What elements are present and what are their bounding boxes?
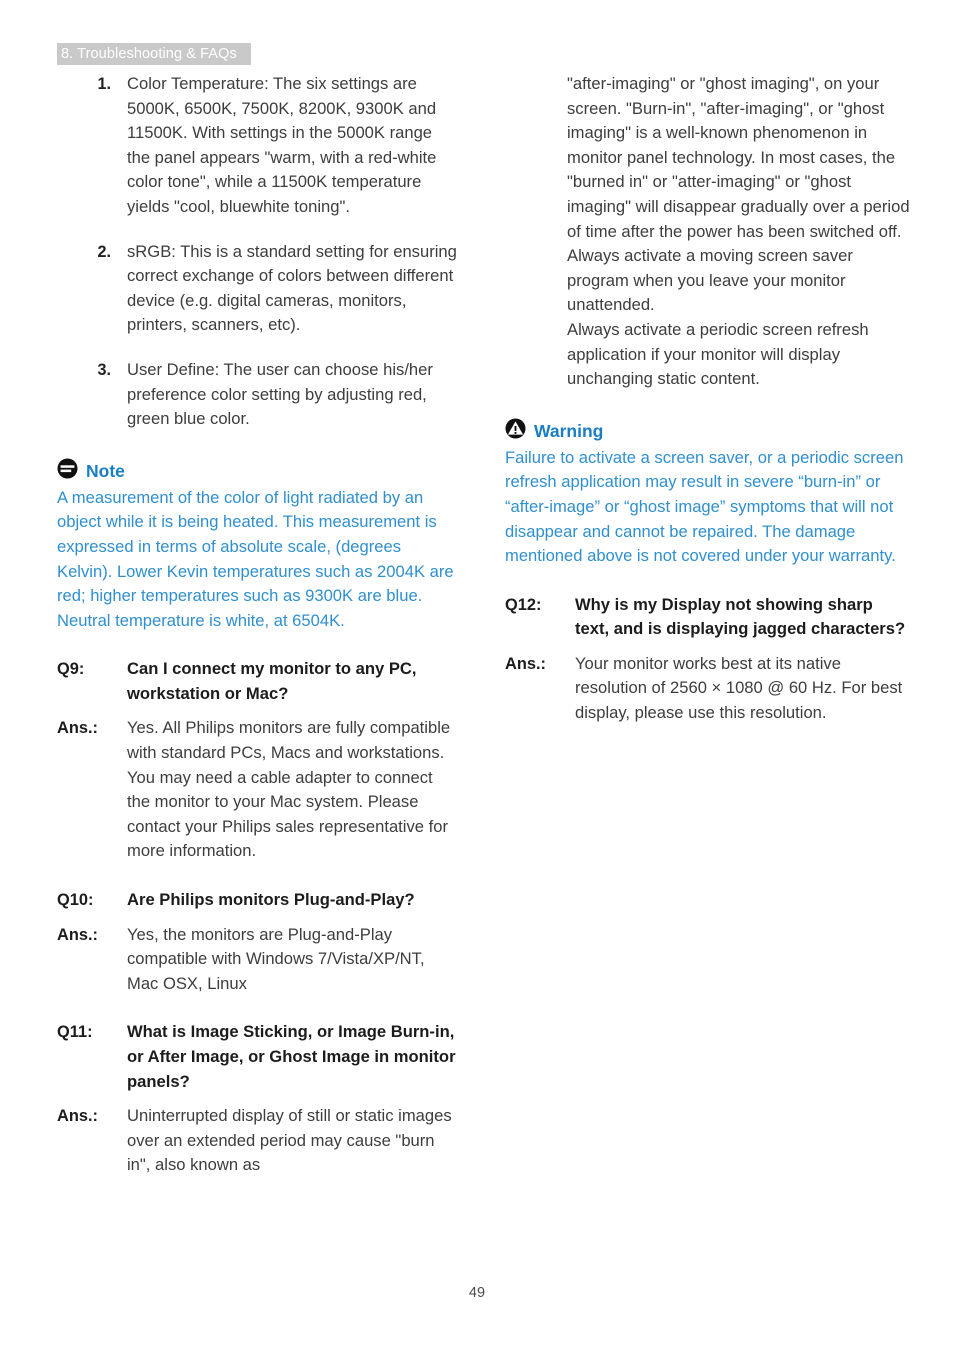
list-item-text: User Define: The user can choose his/her… — [127, 359, 433, 429]
page-number: 49 — [468, 1285, 486, 1301]
note-title: Note — [86, 460, 125, 481]
section-header-badge: 8. Troubleshooting & FAQs — [57, 43, 251, 65]
faq-question-text: What is Image Sticking, or Image Burn-in… — [127, 1022, 456, 1091]
faq-question-text: Why is my Display not showing sharp text… — [575, 594, 906, 639]
faq-question-text: Are Philips monitors Plug-and-Play? — [127, 890, 415, 910]
faq-question-row: Q11: What is Image Sticking, or Image Bu… — [57, 1020, 457, 1094]
color-settings-list: 1. Color Temperature: The six settings a… — [57, 72, 457, 432]
continuation-paragraph: Always activate a periodic screen refres… — [567, 319, 869, 389]
note-callout-header: Note — [57, 458, 457, 484]
list-item-number: 1. — [97, 75, 111, 93]
faq-answer-row: Ans.: Yes. All Philips monitors are full… — [57, 716, 457, 864]
page: 8. Troubleshooting & FAQs 1. Color Tempe… — [0, 0, 954, 1354]
warning-icon — [505, 418, 526, 444]
faq-answer-label: Ans.: — [505, 654, 546, 673]
faq-answer-row: Ans.: Your monitor works best at its nat… — [505, 652, 910, 726]
list-item: 1. Color Temperature: The six settings a… — [57, 72, 457, 220]
faq-answer-text: Yes. All Philips monitors are fully comp… — [127, 718, 451, 861]
faq-q11: Q11: What is Image Sticking, or Image Bu… — [57, 1020, 457, 1178]
faq-question-text: Can I connect my monitor to any PC, work… — [127, 659, 417, 703]
warning-callout-header: Warning — [505, 418, 910, 444]
warning-body: Failure to activate a screen saver, or a… — [505, 447, 904, 566]
list-item: 2. sRGB: This is a standard setting for … — [57, 240, 457, 338]
faq-question-label: Q12: — [505, 595, 542, 614]
faq-question-label: Q9: — [57, 660, 85, 679]
list-item: 3. User Define: The user can choose his/… — [57, 358, 457, 432]
continuation-paragraph: "after-imaging" or "ghost imaging", on y… — [567, 74, 910, 241]
faq-q9: Q9: Can I connect my monitor to any PC, … — [57, 657, 457, 864]
continuation-paragraph: Always activate a moving screen saver pr… — [567, 246, 853, 315]
right-column: "after-imaging" or "ghost imaging", on y… — [505, 72, 910, 726]
faq-answer-text: Your monitor works best at its native re… — [575, 653, 903, 723]
faq-question-label: Q11: — [57, 1023, 93, 1042]
faq-question-row: Q9: Can I connect my monitor to any PC, … — [57, 657, 457, 706]
note-icon — [57, 458, 78, 484]
warning-title: Warning — [534, 420, 604, 441]
faq-answer-label: Ans.: — [57, 719, 98, 738]
faq-q12: Q12: Why is my Display not showing sharp… — [505, 593, 910, 726]
faq-question-label: Q10: — [57, 891, 94, 910]
faq-answer-row: Ans.: Uninterrupted display of still or … — [57, 1104, 457, 1178]
faq-q10: Q10: Are Philips monitors Plug-and-Play?… — [57, 888, 457, 996]
faq-answer-text: Uninterrupted display of still or static… — [127, 1106, 452, 1175]
note-body: A measurement of the color of light radi… — [57, 487, 454, 630]
faq-answer-label: Ans.: — [57, 925, 98, 944]
list-item-text: sRGB: This is a standard setting for ens… — [127, 241, 457, 335]
faq-answer-label: Ans.: — [57, 1107, 98, 1126]
answer-continuation: "after-imaging" or "ghost imaging", on y… — [505, 72, 910, 392]
list-item-number: 2. — [97, 242, 111, 261]
list-item-number: 3. — [97, 360, 111, 379]
faq-answer-row: Ans.: Yes, the monitors are Plug-and-Pla… — [57, 923, 457, 997]
left-column: 1. Color Temperature: The six settings a… — [57, 72, 457, 1178]
list-item-text: Color Temperature: The six settings are … — [127, 74, 437, 216]
faq-answer-text: Yes, the monitors are Plug-and-Play comp… — [127, 924, 425, 993]
faq-question-row: Q10: Are Philips monitors Plug-and-Play? — [57, 888, 457, 913]
note-callout: Note A measurement of the color of light… — [57, 458, 457, 634]
warning-callout: Warning Failure to activate a screen sav… — [505, 418, 910, 569]
faq-question-row: Q12: Why is my Display not showing sharp… — [505, 593, 910, 642]
